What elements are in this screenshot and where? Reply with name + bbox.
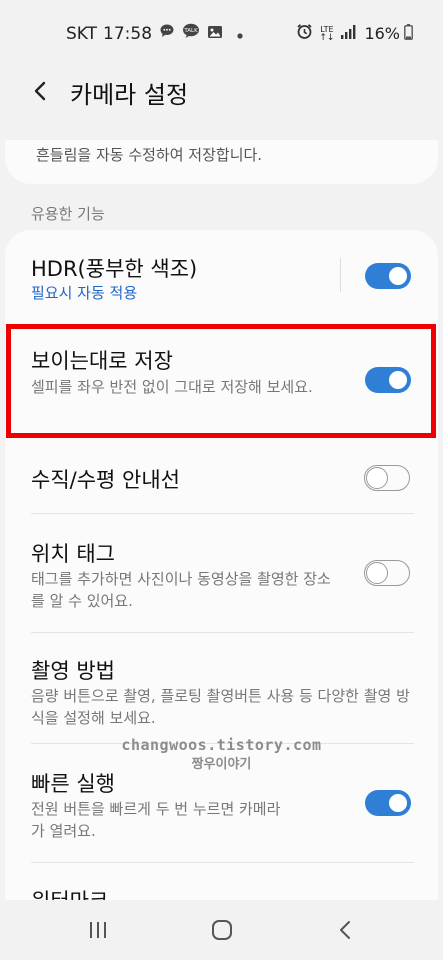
status-left: SKT 17:58 TALK [66,23,243,44]
blog-watermark-name: 짱우이야기 [191,757,252,772]
stabilization-card[interactable]: 흔들림을 자동 수정하여 저장합니다. [5,140,438,184]
toggle-knob [387,369,409,391]
setting-row-location-tags[interactable]: 위치 태그 태그를 추가하면 사진이나 동영상을 촬영한 장소를 알 수 있어요… [5,514,438,632]
quick-launch-toggle[interactable] [365,790,411,816]
setting-row-shooting-methods[interactable]: 촬영 방법 음량 버튼으로 촬영, 플로팅 촬영버튼 사용 등 다양한 촬영 방… [5,633,438,743]
setting-subtitle: 전원 버튼을 빠르게 두 번 누르면 카메라가 열려요. [31,800,281,840]
lte-icon: LTE ↑↓ [319,24,335,43]
section-header-useful-features: 유용한 기능 [31,205,105,223]
toggle-knob [387,265,409,287]
dot-icon [237,24,243,44]
talk-bubble-icon: TALK [182,23,200,44]
setting-title: HDR(풍부한 색조) [31,257,198,281]
blog-watermark-url: changwoos.tistory.com [121,736,322,754]
setting-title: 수직/수평 안내선 [31,468,180,492]
setting-row-watermark[interactable]: 워터마크 [5,863,438,900]
clock: 17:58 [103,23,153,44]
svg-text:TALK: TALK [183,28,198,34]
app-header: 카메라 설정 [0,66,443,120]
toggle-knob [387,792,409,814]
setting-title: 보이는대로 저장 [31,349,173,373]
setting-row-hdr[interactable]: HDR(풍부한 색조) 필요시 자동 적용 [5,230,438,320]
setting-title: 촬영 방법 [31,659,115,683]
stabilization-description: 흔들림을 자동 수정하여 저장합니다. [36,146,263,164]
status-right: LTE ↑↓ 16% [296,23,413,44]
location-tags-toggle[interactable] [364,560,410,586]
setting-row-grid-lines[interactable]: 수직/수평 안내선 [5,438,438,514]
setting-title: 빠른 실행 [31,772,115,796]
save-as-previewed-toggle[interactable] [365,367,411,393]
back-icon[interactable] [331,916,361,944]
setting-subtitle: 음량 버튼으로 촬영, 플로팅 촬영버튼 사용 등 다양한 촬영 방식을 설정해… [31,687,410,727]
hdr-toggle[interactable] [365,263,411,289]
grid-lines-toggle[interactable] [364,465,410,491]
gallery-icon [207,24,223,44]
navigation-bar [0,900,443,960]
battery-icon [404,23,413,44]
setting-subtitle: 셀피를 좌우 반전 없이 그대로 저장해 보세요. [31,378,313,396]
setting-title: 워터마크 [31,885,108,900]
carrier-label: SKT [66,23,98,44]
useful-features-card: HDR(풍부한 색조) 필요시 자동 적용 보이는대로 저장 셀피를 좌우 반전… [5,230,438,900]
home-icon[interactable] [207,916,237,944]
battery-label: 16% [364,24,400,43]
page-title: 카메라 설정 [70,81,189,109]
signal-icon [340,24,356,44]
setting-row-save-as-previewed[interactable]: 보이는대로 저장 셀피를 좌우 반전 없이 그대로 저장해 보세요. [5,324,438,438]
alarm-icon [296,23,313,44]
toggle-knob [366,561,388,584]
setting-title: 위치 태그 [31,542,115,566]
setting-subtitle: 필요시 자동 적용 [31,284,138,302]
vertical-divider [340,258,341,292]
toggle-knob [366,466,388,489]
status-bar: SKT 17:58 TALK LTE ↑↓ 16% [0,0,443,66]
chat-bubble-icon [159,23,175,44]
recent-apps-icon[interactable] [83,916,113,944]
back-arrow-icon[interactable] [26,76,56,106]
setting-subtitle: 태그를 추가하면 사진이나 동영상을 촬영한 장소를 알 수 있어요. [31,570,331,610]
